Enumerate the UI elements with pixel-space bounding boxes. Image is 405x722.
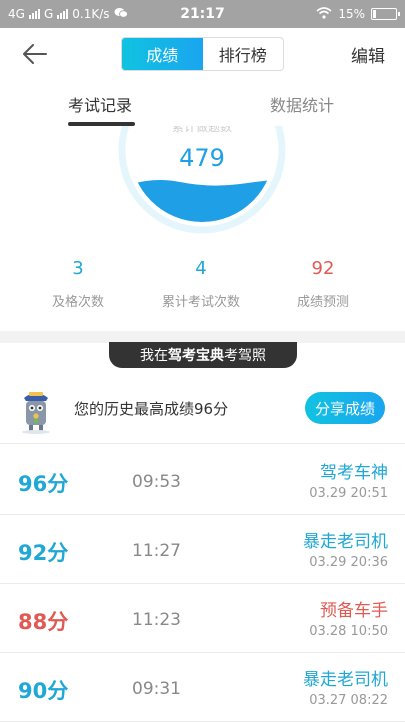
traffic-light-mascot-icon [16,388,56,434]
list-item[interactable]: 96分 09:53 驾考车神 03.29 20:51 [0,446,405,515]
tab-exam-records[interactable]: 考试记录 [68,92,132,116]
banner-brand: 驾考宝典 [168,348,224,364]
exam-record-list: 96分 09:53 驾考车神 03.29 20:51 92分 11:27 暴走老… [0,446,405,722]
gauge-value: 479 [179,144,225,172]
battery-icon [371,8,400,20]
tab-leaderboard[interactable]: 排行榜 [203,38,284,70]
edit-button[interactable]: 编辑 [351,42,385,67]
record-score: 92分 [18,541,69,565]
record-date: 03.28 10:50 [309,624,388,639]
status-bar: 4G G 0.1K/s 21:17 15% [0,0,405,28]
network-type-g: G [43,7,54,21]
back-arrow-icon[interactable] [20,40,50,68]
network-speed: 0.1K/s [72,7,110,21]
record-title: 暴走老司机 [303,670,388,690]
stat-label: 累计考试次数 [161,295,240,310]
record-date: 03.29 20:36 [309,555,388,570]
record-title: 暴走老司机 [303,532,388,552]
segmented-control: 成绩 排行榜 [121,37,284,71]
wifi-icon [316,6,332,22]
signal-icon [28,9,40,19]
best-score-text: 您的历史最高成绩96分 [74,400,229,418]
list-item[interactable]: 90分 09:31 暴走老司机 03.27 08:22 [0,653,405,722]
record-duration: 09:31 [132,679,181,699]
share-score-button[interactable]: 分享成绩 [305,392,385,424]
record-date: 03.27 08:22 [309,693,388,708]
stat-value: 4 [195,258,207,279]
record-score: 96分 [18,472,69,496]
record-duration: 09:53 [132,472,181,492]
signal-icon-2 [57,9,69,19]
wechat-icon [114,7,128,22]
tab-scores[interactable]: 成绩 [122,38,203,70]
stat-value: 92 [311,258,335,279]
record-score: 88分 [18,610,69,634]
record-title: 预备车手 [320,601,388,621]
stat-score-prediction: 92 成绩预测 [263,258,383,310]
stat-label: 成绩预测 [296,295,349,310]
stat-value: 3 [72,258,84,279]
stat-pass-count: 3 及格次数 [18,258,138,310]
gauge-label: 累计做题数 [172,126,232,134]
banner-prefix: 我在 [140,348,168,364]
brand-banner: 我在 驾考宝典 考驾照 [109,342,297,368]
banner-suffix: 考驾照 [224,348,266,364]
stat-label: 及格次数 [51,295,104,310]
network-type-4g: 4G [8,7,25,21]
list-item[interactable]: 92分 11:27 暴走老司机 03.29 20:36 [0,515,405,584]
record-title: 驾考车神 [320,463,388,483]
stat-exam-count: 4 累计考试次数 [141,258,261,310]
tab-data-stats[interactable]: 数据统计 [270,92,334,116]
record-date: 03.29 20:51 [309,486,388,501]
nav-bar: 成绩 排行榜 编辑 [0,28,405,80]
sub-tabs: 考试记录 数据统计 [0,80,405,126]
record-duration: 11:23 [132,610,181,630]
record-duration: 11:27 [132,541,181,561]
best-score-row: 您的历史最高成绩96分 分享成绩 [0,380,405,444]
list-item[interactable]: 88分 11:23 预备车手 03.28 10:50 [0,584,405,653]
record-score: 90分 [18,679,69,703]
battery-percent: 15% [338,7,365,21]
